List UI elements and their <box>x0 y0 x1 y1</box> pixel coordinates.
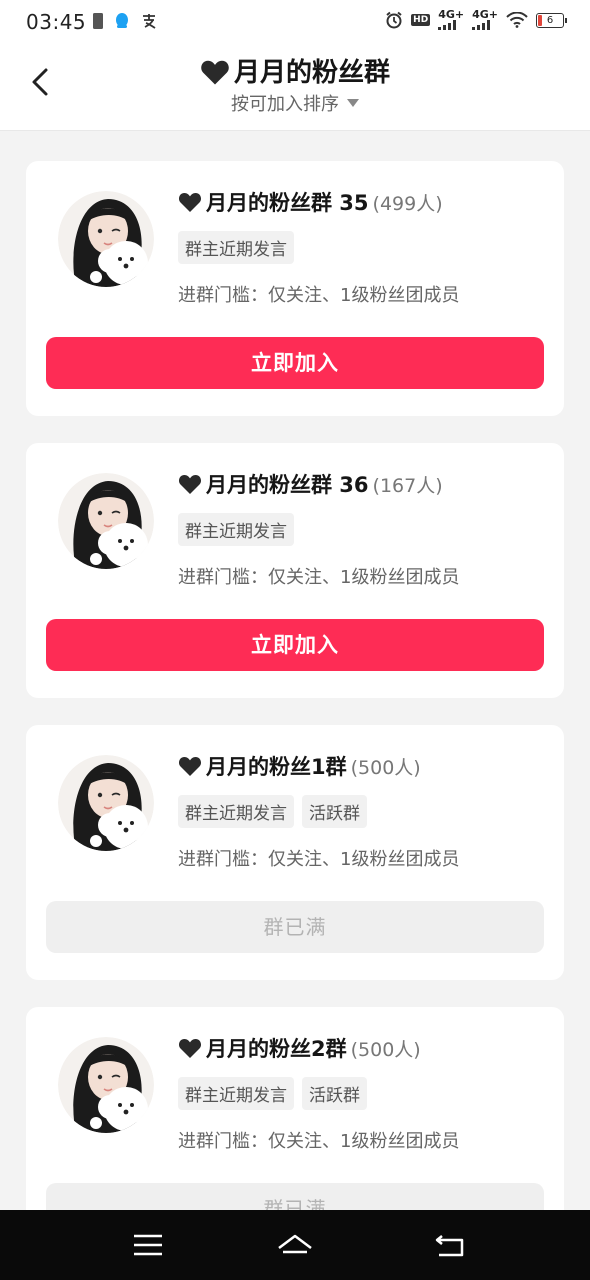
group-tags: 群主近期发言 <box>178 231 294 264</box>
member-count: (500人) <box>350 1039 421 1061</box>
group-card[interactable]: 月月的粉丝2群 (500人) 群主近期发言 活跃群 进群门槛：仅关注、1级粉丝团成员… <box>26 1007 564 1210</box>
black-heart-icon <box>178 475 202 494</box>
group-full-button: 群已满 <box>46 1183 544 1210</box>
group-tag: 群主近期发言 <box>178 1077 294 1110</box>
member-count: (167人) <box>372 475 443 497</box>
system-nav-bar <box>0 1210 590 1280</box>
group-tag: 群主近期发言 <box>178 795 294 828</box>
alipay-icon <box>143 14 156 29</box>
join-group-button[interactable]: 立即加入 <box>46 619 544 671</box>
member-count: (500人) <box>350 757 421 779</box>
system-icons: HD 4G+ 4G+ 6 <box>385 8 567 30</box>
group-card[interactable]: 月月的粉丝群 36 (167人) 群主近期发言 进群门槛：仅关注、1级粉丝团成员 … <box>26 443 564 698</box>
join-group-button[interactable]: 立即加入 <box>46 337 544 389</box>
group-tag: 活跃群 <box>302 795 367 828</box>
black-heart-icon <box>201 60 229 85</box>
signal-bars-icon <box>438 20 457 30</box>
page-title-text: 月月的粉丝群 <box>233 58 390 88</box>
group-full-button: 群已满 <box>46 901 544 953</box>
group-tag: 群主近期发言 <box>178 513 294 546</box>
battery-icon: 6 <box>536 12 567 28</box>
sort-selector[interactable]: 按可加入排序 <box>0 90 590 116</box>
group-tags: 群主近期发言 <box>178 513 294 546</box>
group-tag: 活跃群 <box>302 1077 367 1110</box>
group-tags: 群主近期发言 活跃群 <box>178 1077 367 1110</box>
network-label-2: 4G+ <box>472 8 498 21</box>
return-icon[interactable] <box>430 1228 470 1262</box>
black-heart-icon <box>178 193 202 212</box>
group-list[interactable]: 月月的粉丝群 35 (499人) 群主近期发言 进群门槛：仅关注、1级粉丝团成员 … <box>0 131 590 1210</box>
group-name-text: 月月的粉丝群 36 <box>206 473 369 497</box>
notification-icons <box>92 12 158 30</box>
group-name-text: 月月的粉丝1群 <box>206 755 347 779</box>
group-name: 月月的粉丝群 36 (167人) <box>178 469 443 499</box>
black-heart-icon <box>178 1039 202 1058</box>
group-name: 月月的粉丝2群 (500人) <box>178 1033 421 1063</box>
group-avatar[interactable] <box>58 191 154 287</box>
group-name: 月月的粉丝1群 (500人) <box>178 751 421 781</box>
sort-label: 按可加入排序 <box>231 94 339 115</box>
black-heart-icon <box>178 757 202 776</box>
group-avatar[interactable] <box>58 755 154 851</box>
join-threshold: 进群门槛：仅关注、1级粉丝团成员 <box>178 1131 460 1152</box>
group-card[interactable]: 月月的粉丝1群 (500人) 群主近期发言 活跃群 进群门槛：仅关注、1级粉丝团成员… <box>26 725 564 980</box>
group-tag: 群主近期发言 <box>178 231 294 264</box>
group-avatar[interactable] <box>58 1037 154 1133</box>
page-title: 月月的粉丝群 <box>0 52 590 89</box>
hd-icon: HD <box>411 14 431 26</box>
member-count: (499人) <box>372 193 443 215</box>
caret-down-icon <box>347 99 359 107</box>
group-tags: 群主近期发言 活跃群 <box>178 795 367 828</box>
alarm-icon <box>386 11 402 29</box>
join-threshold: 进群门槛：仅关注、1级粉丝团成员 <box>178 567 460 588</box>
group-name: 月月的粉丝群 35 (499人) <box>178 187 443 217</box>
signal-4g-1: 4G+ <box>438 8 465 30</box>
join-threshold: 进群门槛：仅关注、1级粉丝团成员 <box>178 285 460 306</box>
qq-penguin-icon <box>116 13 128 28</box>
signal-4g-2: 4G+ <box>472 8 498 30</box>
page-header: 月月的粉丝群 按可加入排序 <box>0 44 590 131</box>
network-label-1: 4G+ <box>438 8 465 21</box>
group-avatar[interactable] <box>58 473 154 569</box>
wifi-icon <box>506 12 528 28</box>
group-card[interactable]: 月月的粉丝群 35 (499人) 群主近期发言 进群门槛：仅关注、1级粉丝团成员 … <box>26 161 564 416</box>
signal-bars-icon <box>472 20 491 30</box>
home-icon[interactable] <box>275 1228 315 1262</box>
group-name-text: 月月的粉丝群 35 <box>206 191 369 215</box>
group-name-text: 月月的粉丝2群 <box>206 1037 347 1061</box>
status-bar: 03:45 HD 4G+ 4G+ 6 <box>0 0 590 44</box>
sim-card-icon <box>93 13 103 29</box>
status-time: 03:45 <box>26 10 87 34</box>
join-threshold: 进群门槛：仅关注、1级粉丝团成员 <box>178 849 460 870</box>
menu-icon[interactable] <box>128 1228 168 1262</box>
